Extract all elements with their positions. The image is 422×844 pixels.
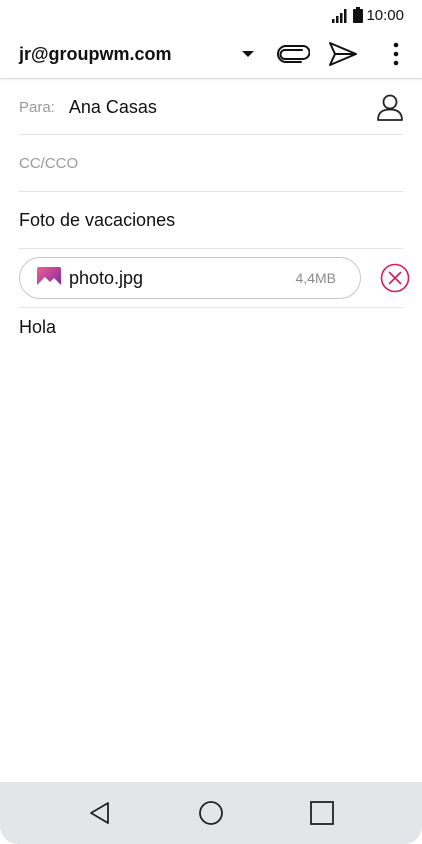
account-selector[interactable]: jr@groupwm.com	[19, 44, 172, 65]
back-button[interactable]	[85, 798, 115, 828]
add-contact-button[interactable]	[373, 90, 407, 124]
to-label: Para:	[19, 98, 55, 116]
subject-text: Foto de vacaciones	[19, 210, 176, 230]
attachment-size: 4,4MB	[295, 270, 336, 286]
cc-placeholder: CC/CCO	[19, 155, 79, 172]
paperclip-icon	[277, 45, 310, 63]
recents-icon	[310, 801, 334, 825]
signal-icon	[332, 8, 347, 23]
subject-field[interactable]: Foto de vacaciones	[19, 193, 403, 249]
send-button[interactable]	[326, 38, 360, 70]
back-icon	[90, 802, 109, 824]
send-icon	[329, 42, 357, 66]
home-button[interactable]	[196, 798, 226, 828]
person-icon	[377, 94, 403, 121]
close-circle-icon	[380, 263, 410, 293]
remove-attachment-button[interactable]	[379, 262, 411, 294]
image-file-icon	[37, 267, 61, 289]
to-recipient[interactable]: Ana Casas	[69, 97, 157, 118]
app-bar: jr@groupwm.com	[0, 30, 422, 79]
cc-field[interactable]: CC/CCO	[19, 136, 403, 192]
navigation-bar	[0, 782, 422, 844]
email-body[interactable]: Hola	[19, 317, 56, 338]
recents-button[interactable]	[307, 798, 337, 828]
status-bar: 10:00	[0, 0, 422, 30]
account-dropdown-button[interactable]	[238, 44, 258, 64]
battery-icon	[353, 7, 364, 23]
attachment-name: photo.jpg	[69, 267, 144, 288]
home-icon	[199, 801, 223, 825]
more-vert-icon	[393, 42, 399, 66]
dropdown-arrow-icon	[242, 51, 254, 57]
attachment-row: photo.jpg 4,4MB	[19, 249, 410, 308]
to-field[interactable]: Para: Ana Casas	[19, 80, 403, 135]
more-options-button[interactable]	[382, 38, 410, 70]
attach-button[interactable]	[274, 38, 312, 70]
status-time: 10:00	[366, 6, 404, 24]
attachment-chip[interactable]: photo.jpg 4,4MB	[19, 257, 361, 299]
